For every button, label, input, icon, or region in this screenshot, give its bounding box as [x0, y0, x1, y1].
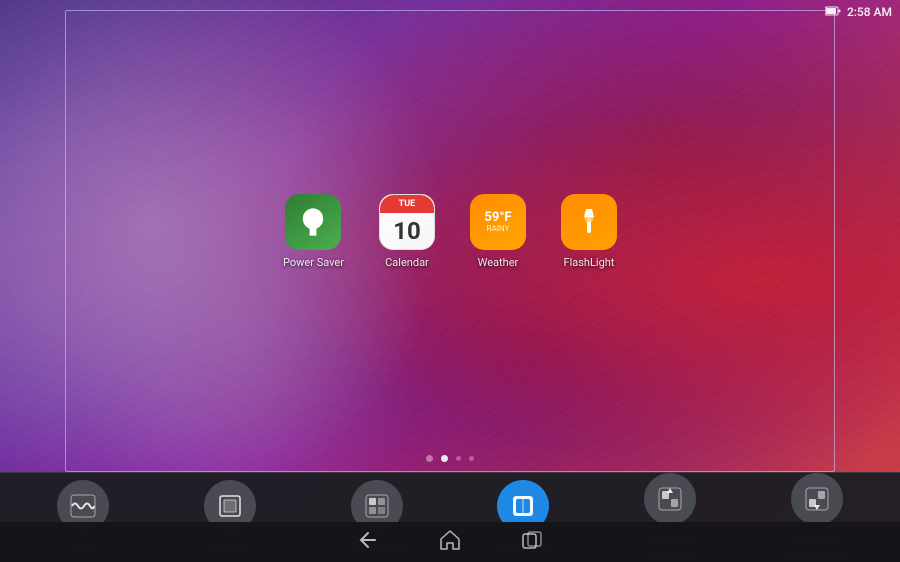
flashlight-label: FlashLight: [564, 256, 615, 269]
recent-button[interactable]: [521, 529, 543, 556]
weather-condition: RAINY: [487, 224, 510, 233]
page-dot-2[interactable]: [456, 456, 461, 461]
app-icons-row: Power Saver TUE 10 Calendar 59°F RAINY W…: [283, 194, 617, 269]
app-calendar[interactable]: TUE 10 Calendar: [379, 194, 435, 269]
windmill-up-btn[interactable]: [644, 473, 696, 525]
nav-bar: [0, 522, 900, 562]
status-bar: 2:58 AM: [825, 0, 900, 24]
calendar-label: Calendar: [385, 256, 429, 269]
calendar-inner: TUE 10: [380, 195, 434, 249]
status-time: 2:58 AM: [847, 5, 892, 19]
app-weather[interactable]: 59°F RAINY Weather: [470, 194, 526, 269]
desktop-area: Power Saver TUE 10 Calendar 59°F RAINY W…: [65, 10, 835, 472]
flashlight-icon-bg: [561, 194, 617, 250]
calendar-icon-bg: TUE 10: [379, 194, 435, 250]
weather-label: Weather: [478, 256, 519, 269]
power-saver-label: Power Saver: [283, 256, 344, 269]
weather-inner: 59°F RAINY: [470, 194, 526, 250]
power-saver-icon-bg: [285, 194, 341, 250]
app-power-saver[interactable]: Power Saver: [283, 194, 344, 269]
back-button[interactable]: [357, 529, 379, 556]
battery-icon: [825, 6, 841, 19]
home-button[interactable]: [439, 529, 461, 556]
calendar-day-label: TUE: [380, 195, 434, 213]
page-dot-0[interactable]: [426, 455, 433, 462]
page-dot-3[interactable]: [469, 456, 474, 461]
weather-icon-bg: 59°F RAINY: [470, 194, 526, 250]
weather-temp: 59°F: [484, 211, 511, 224]
page-dots: [426, 455, 474, 462]
calendar-day-number: 10: [393, 213, 421, 249]
windmill-down-btn[interactable]: [791, 473, 843, 525]
app-flashlight[interactable]: FlashLight: [561, 194, 617, 269]
page-dot-1[interactable]: [441, 455, 448, 462]
